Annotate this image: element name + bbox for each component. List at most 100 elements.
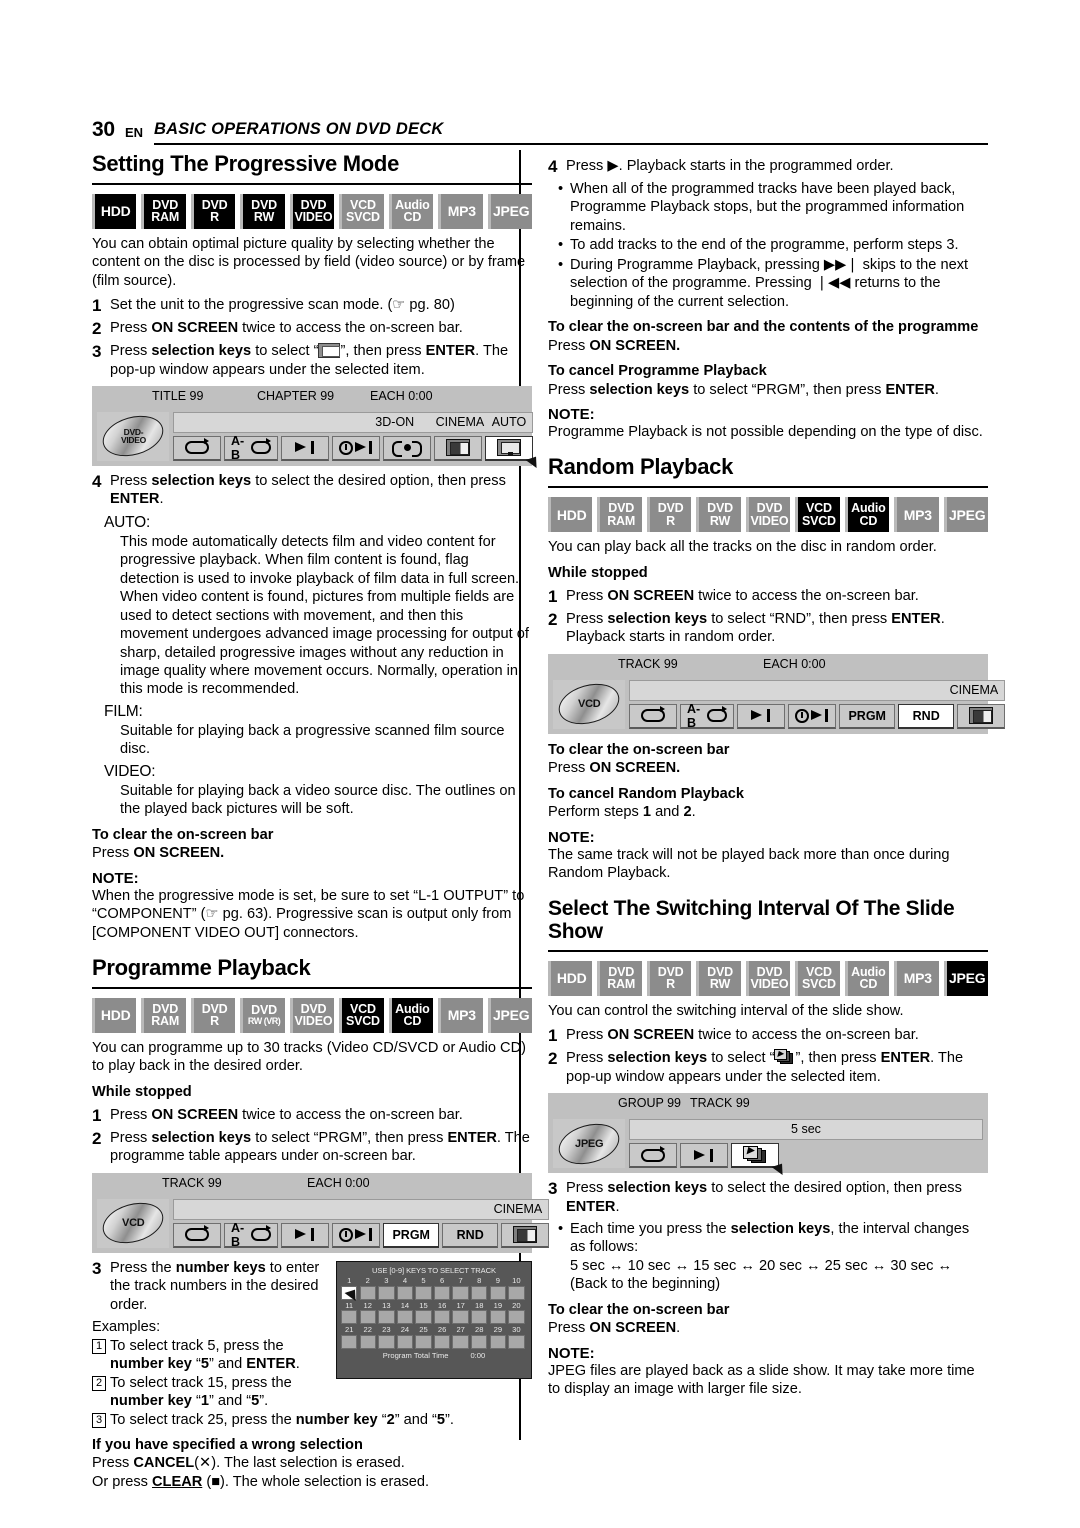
programme-cell[interactable]: 27 xyxy=(452,1326,469,1349)
programme-cell[interactable]: 8 xyxy=(471,1275,488,1300)
osb-skip-button[interactable] xyxy=(680,1143,728,1169)
programme-cell[interactable]: 24 xyxy=(396,1326,414,1349)
programme-cell[interactable]: 15 xyxy=(415,1301,432,1325)
osb-progressive-button[interactable] xyxy=(485,435,540,471)
osb-skip-button[interactable] xyxy=(737,703,786,729)
programme-cell[interactable]: 17 xyxy=(452,1301,469,1325)
programme-cell[interactable]: 11 xyxy=(341,1301,358,1325)
slideshow-clear-body: Press ON SCREEN. xyxy=(548,1319,988,1337)
osb-skip-button[interactable] xyxy=(281,435,330,461)
programme-cell[interactable]: 23 xyxy=(378,1326,395,1349)
text-run: twice to access the on-screen bar. xyxy=(694,588,919,604)
text-run-bold: 5 xyxy=(436,1411,446,1428)
disc-badge-row-slideshow: HDD DVD RAM DVD R DVD RW DVD VIDEO VCD SVCD A… xyxy=(548,960,988,996)
right-column: 4 Press ▶. Playback starts in the progra… xyxy=(548,152,1006,1405)
slideshow-step-3: 3 Press selection keys to select the des… xyxy=(548,1179,988,1216)
programme-cell[interactable]: 2 xyxy=(359,1277,376,1300)
programme-cell[interactable]: 18 xyxy=(471,1301,488,1325)
osb-rnd-button[interactable]: RND xyxy=(442,1222,499,1248)
random-note-body: The same track will not be played back m… xyxy=(548,846,950,882)
disc-label: VCD xyxy=(577,698,601,711)
programme-cancel-heading: To cancel Programme Playback xyxy=(548,363,767,380)
badge-label: JPEG xyxy=(492,1007,530,1024)
programme-cell[interactable]: 28 xyxy=(471,1326,488,1349)
text-run: Each time you press the xyxy=(570,1220,731,1237)
programme-cell[interactable]: 30 xyxy=(508,1326,525,1349)
text-run-bold: number keys xyxy=(175,1259,266,1276)
programme-cell[interactable]: 3 xyxy=(378,1277,395,1300)
osb-repeat-button[interactable] xyxy=(629,703,677,729)
programme-while-stopped: While stopped xyxy=(92,1083,192,1100)
programme-cell[interactable]: 14 xyxy=(396,1301,414,1325)
disc-label: JPEG xyxy=(574,1137,604,1150)
badge-audio-cd: Audio CD xyxy=(844,960,890,996)
osb-body: VCD CINEMA A-B PRGM RND xyxy=(548,675,1006,734)
cell-number: 8 xyxy=(477,1275,482,1285)
programme-cell[interactable]: 26 xyxy=(433,1326,451,1349)
programme-cell[interactable]: 4 xyxy=(396,1277,414,1300)
programme-step4-bullets: • When all of the programmed tracks have … xyxy=(548,180,988,311)
text-run: Press xyxy=(110,1107,152,1123)
bullet-item: • To add tracks to the end of the program… xyxy=(548,236,988,254)
programme-cell[interactable]: 21 xyxy=(341,1326,358,1349)
programme-cell[interactable]: 7 xyxy=(452,1277,469,1300)
badge-dvd-ram: DVD RAM xyxy=(141,997,186,1033)
cell-box xyxy=(508,1310,525,1325)
programme-cell[interactable]: 5 xyxy=(415,1277,432,1300)
step-number: 2 xyxy=(92,319,102,339)
osb-rnd-button[interactable]: RND xyxy=(898,703,955,729)
osb-time-skip-button[interactable] xyxy=(332,1222,381,1248)
random-clear-body: Press ON SCREEN. xyxy=(548,759,988,777)
cell-box xyxy=(341,1334,358,1349)
osb-cinema-button[interactable] xyxy=(957,703,1006,729)
programme-cell[interactable]: 16 xyxy=(433,1301,451,1325)
programme-cell[interactable]: 13 xyxy=(378,1301,395,1325)
cell-box xyxy=(433,1334,451,1349)
osb-prgm-button[interactable]: PRGM xyxy=(383,1222,440,1248)
osb-prgm-button[interactable]: PRGM xyxy=(839,703,896,729)
text-run-bold: ENTER xyxy=(566,1198,616,1215)
programme-cell[interactable]: 22 xyxy=(359,1326,376,1349)
programme-cell[interactable]: 6 xyxy=(433,1277,451,1300)
osb-ab-repeat-button[interactable]: A-B xyxy=(224,434,279,462)
osb-skip-button[interactable] xyxy=(281,1222,330,1248)
osb-cinema-button[interactable] xyxy=(501,1222,550,1248)
osb-ab-repeat-button[interactable]: A-B xyxy=(224,1221,279,1249)
programme-cell[interactable]: 10 xyxy=(508,1277,525,1300)
text-run-bold: CANCEL xyxy=(133,1455,195,1472)
programme-cell[interactable]: 1 xyxy=(341,1277,359,1303)
programme-step3-and-table: 3 Press the number keys to enter the tra… xyxy=(92,1259,532,1411)
programme-cell[interactable]: 19 xyxy=(489,1301,507,1325)
text-run-bold: ENTER xyxy=(246,1356,296,1373)
slideshow-step-1: 1 Press ON SCREEN twice to access the on… xyxy=(548,1026,988,1045)
step-text: Press selection keys to select “ ”, then … xyxy=(110,342,532,379)
programme-note-body: Programme Playback is not possible depen… xyxy=(548,424,983,441)
osb-3d-sound-button[interactable] xyxy=(383,435,432,461)
badge-mp3: MP3 xyxy=(894,497,939,533)
example-text: To select track 15, press the number key… xyxy=(110,1374,330,1411)
programme-cell[interactable]: 29 xyxy=(489,1326,507,1349)
osb-repeat-button[interactable] xyxy=(173,435,221,461)
badge-label-line2: RAM xyxy=(607,513,636,528)
onscreen-bar-jpeg: GROUP 99 TRACK 99 JPEG 5 sec xyxy=(548,1093,988,1178)
programme-cell[interactable]: 20 xyxy=(508,1300,525,1325)
step-text: Press ON SCREEN twice to access the on-s… xyxy=(110,1106,532,1125)
text-run: to select “PRGM”, then press xyxy=(251,1130,448,1147)
badge-audio-cd: Audio CD xyxy=(388,997,434,1033)
cell-number: 20 xyxy=(512,1300,521,1310)
osb-cinema-button[interactable] xyxy=(434,435,483,461)
programme-cell[interactable]: 9 xyxy=(489,1277,507,1300)
slideshow-clear-heading: To clear the on-screen bar xyxy=(548,1301,730,1318)
badge-label-line2: VIDEO xyxy=(750,977,789,992)
programme-cell[interactable]: 25 xyxy=(415,1326,432,1349)
osb-ab-repeat-button[interactable]: A-B xyxy=(680,702,735,730)
osb-repeat-button[interactable] xyxy=(629,1143,677,1169)
programme-cell[interactable]: 12 xyxy=(359,1301,376,1325)
osb-repeat-button[interactable] xyxy=(173,1222,221,1248)
cell-box xyxy=(378,1310,395,1325)
osb-time-skip-button[interactable] xyxy=(332,435,381,461)
osb-slideshow-button[interactable] xyxy=(731,1143,786,1178)
osb-time-skip-button[interactable] xyxy=(788,703,837,729)
play-icon: ▶ xyxy=(607,158,619,174)
osb-button-row xyxy=(629,1143,983,1178)
